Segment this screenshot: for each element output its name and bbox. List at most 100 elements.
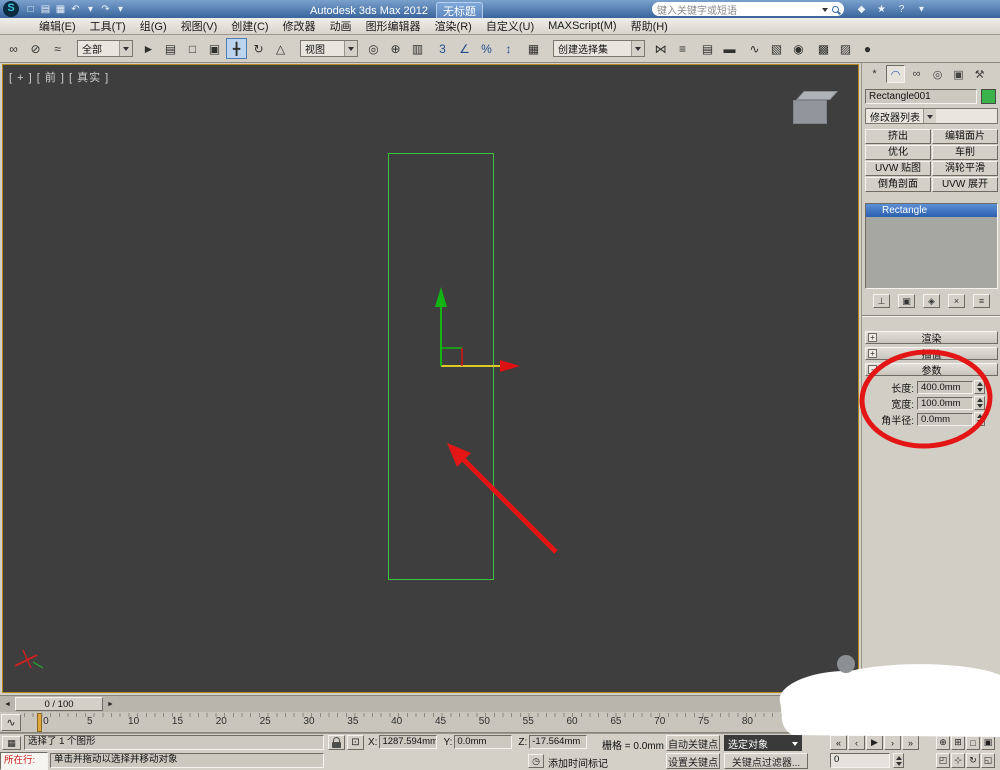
- open-file-icon[interactable]: ▤: [39, 1, 52, 17]
- zoom-all-icon[interactable]: ⊞: [951, 735, 965, 750]
- select-by-name-icon[interactable]: ▤: [160, 38, 181, 59]
- selection-filter-dropdown[interactable]: 全部: [77, 40, 133, 57]
- modifier-set-button[interactable]: 车削: [932, 145, 998, 160]
- dropdown-caret-icon[interactable]: [631, 41, 644, 56]
- pin-stack-icon[interactable]: ⊥: [873, 294, 890, 308]
- snap-toggle-3d-icon[interactable]: 3: [432, 38, 453, 59]
- select-and-link-icon[interactable]: ∞: [3, 38, 24, 59]
- zoom-extents-all-icon[interactable]: ▣: [981, 735, 995, 750]
- use-pivot-point-center-icon[interactable]: ◎: [363, 38, 384, 59]
- motion-tab[interactable]: ◎: [928, 65, 947, 83]
- menu-item[interactable]: 自定义(U): [479, 18, 541, 34]
- select-and-move-icon[interactable]: ╋: [226, 38, 247, 59]
- named-selection-set-dropdown[interactable]: 创建选择集: [553, 40, 645, 57]
- layer-manager-icon[interactable]: ▤: [697, 38, 718, 59]
- reference-coordinate-dropdown[interactable]: 视图: [300, 40, 358, 57]
- go-to-start-button[interactable]: «: [830, 735, 847, 750]
- stack-item-rectangle[interactable]: Rectangle: [866, 204, 997, 217]
- time-slider[interactable]: 0 / 100: [15, 697, 103, 711]
- window-crossing-toggle-icon[interactable]: ▣: [204, 38, 225, 59]
- percent-snap-icon[interactable]: %: [476, 38, 497, 59]
- render-setup-icon[interactable]: ▩: [813, 38, 834, 59]
- front-viewport[interactable]: [ + ] [ 前 ] [ 真实 ]: [2, 64, 859, 693]
- create-tab[interactable]: *: [865, 65, 884, 83]
- angle-snap-icon[interactable]: ∠: [454, 38, 475, 59]
- key-mode-dropdown[interactable]: 选定对象: [724, 735, 802, 751]
- viewcube[interactable]: [791, 91, 839, 131]
- search-caret-icon[interactable]: [822, 7, 828, 15]
- utilities-tab[interactable]: ⚒: [970, 65, 989, 83]
- track-bar-ruler[interactable]: ∿ 0 5 10 15 20 25 30 35 40 45 50 55 60 65 70 75 80 85 90: [0, 712, 861, 733]
- select-and-manipulate-icon[interactable]: ⊕: [385, 38, 406, 59]
- curve-editor-icon[interactable]: ∿: [744, 38, 765, 59]
- menu-item[interactable]: 工具(T): [83, 18, 133, 34]
- maxscript-mini-listener[interactable]: 所在行:: [0, 752, 48, 770]
- infocenter-search-input[interactable]: 键入关键字或短语: [652, 2, 844, 17]
- modify-tab[interactable]: ◠: [886, 65, 905, 83]
- modifier-set-button[interactable]: 涡轮平滑: [932, 161, 998, 176]
- keyboard-shortcut-override-icon[interactable]: ▥: [407, 38, 428, 59]
- modifier-set-button[interactable]: 优化: [865, 145, 931, 160]
- next-frame-button[interactable]: ›: [884, 735, 901, 750]
- maxscript-listener-icon[interactable]: ▦: [2, 736, 21, 750]
- time-tag-clock-icon[interactable]: ◷: [528, 754, 544, 768]
- menu-item[interactable]: 帮助(H): [624, 18, 675, 34]
- save-file-icon[interactable]: ▦: [54, 1, 67, 17]
- viewport-label[interactable]: [ + ] [ 前 ] [ 真实 ]: [9, 69, 109, 85]
- object-color-swatch[interactable]: [981, 89, 996, 104]
- schematic-view-icon[interactable]: ▧: [766, 38, 787, 59]
- add-time-tag[interactable]: 添加时间标记: [548, 755, 608, 770]
- rollout-header[interactable]: - 参数: [865, 363, 998, 377]
- unlink-selection-icon[interactable]: ⊘: [25, 38, 46, 59]
- param-value-field[interactable]: 100.0mm: [917, 396, 973, 410]
- spinner-snap-icon[interactable]: ↕: [498, 38, 519, 59]
- redo-dropdown-caret-icon[interactable]: ▾: [114, 1, 127, 17]
- zoom-extents-icon[interactable]: □: [966, 735, 980, 750]
- current-frame-field[interactable]: 0: [830, 753, 890, 768]
- viewcube-top-face[interactable]: [795, 91, 839, 100]
- menu-item[interactable]: 渲染(R): [428, 18, 479, 34]
- show-end-result-icon[interactable]: ▣: [898, 294, 915, 308]
- maximize-viewport-toggle-icon[interactable]: ◱: [981, 753, 995, 768]
- param-spinner[interactable]: [974, 396, 985, 410]
- bind-to-space-warp-icon[interactable]: ≈: [47, 38, 68, 59]
- graphite-ribbon-toggle-icon[interactable]: ▬: [719, 38, 740, 59]
- zoom-region-icon[interactable]: ◰: [936, 753, 950, 768]
- object-name-field[interactable]: Rectangle001: [865, 89, 977, 104]
- mini-curve-editor-icon[interactable]: ∿: [1, 714, 21, 731]
- select-and-uniform-scale-icon[interactable]: △: [270, 38, 291, 59]
- select-object-icon[interactable]: ►: [138, 38, 159, 59]
- menu-item[interactable]: 动画: [323, 18, 359, 34]
- rollout-expand-icon[interactable]: +: [868, 333, 877, 342]
- modifier-set-button[interactable]: UVW 贴图: [865, 161, 931, 176]
- menu-item[interactable]: 创建(C): [224, 18, 275, 34]
- rectangular-selection-region-icon[interactable]: □: [182, 38, 203, 59]
- rollout-header[interactable]: + 渲染: [865, 331, 998, 345]
- edit-named-selection-sets-icon[interactable]: ▦: [523, 38, 544, 59]
- communication-center-icon[interactable]: ◆: [855, 1, 868, 17]
- select-and-rotate-icon[interactable]: ↻: [248, 38, 269, 59]
- rollout-expand-icon[interactable]: -: [868, 365, 877, 374]
- make-unique-icon[interactable]: ◈: [923, 294, 940, 308]
- selection-lock-icon[interactable]: [328, 735, 345, 750]
- redo-icon[interactable]: ↷: [99, 1, 112, 17]
- app-logo-icon[interactable]: S: [3, 1, 19, 17]
- param-spinner[interactable]: [974, 380, 985, 394]
- previous-frame-button[interactable]: ‹: [848, 735, 865, 750]
- set-key-button[interactable]: 设置关键点: [666, 753, 720, 769]
- dropdown-caret-icon[interactable]: [792, 741, 798, 749]
- dropdown-caret-icon[interactable]: [344, 41, 357, 56]
- help-dropdown-caret-icon[interactable]: ▾: [915, 1, 928, 17]
- render-production-icon[interactable]: ●: [857, 38, 878, 59]
- rendered-frame-window-icon[interactable]: ▨: [835, 38, 856, 59]
- next-frame-arrow[interactable]: ►: [104, 697, 117, 711]
- help-icon[interactable]: ?: [895, 1, 908, 17]
- material-editor-icon[interactable]: ◉: [788, 38, 809, 59]
- menu-item[interactable]: 组(G): [133, 18, 174, 34]
- modifier-set-button[interactable]: 挤出: [865, 129, 931, 144]
- rectangle-shape[interactable]: [388, 153, 494, 580]
- menu-item[interactable]: 修改器: [276, 18, 323, 34]
- undo-dropdown-caret-icon[interactable]: ▾: [84, 1, 97, 17]
- param-value-field[interactable]: 0.0mm: [917, 412, 973, 426]
- coord-value-field[interactable]: 1287.594mm: [379, 735, 438, 749]
